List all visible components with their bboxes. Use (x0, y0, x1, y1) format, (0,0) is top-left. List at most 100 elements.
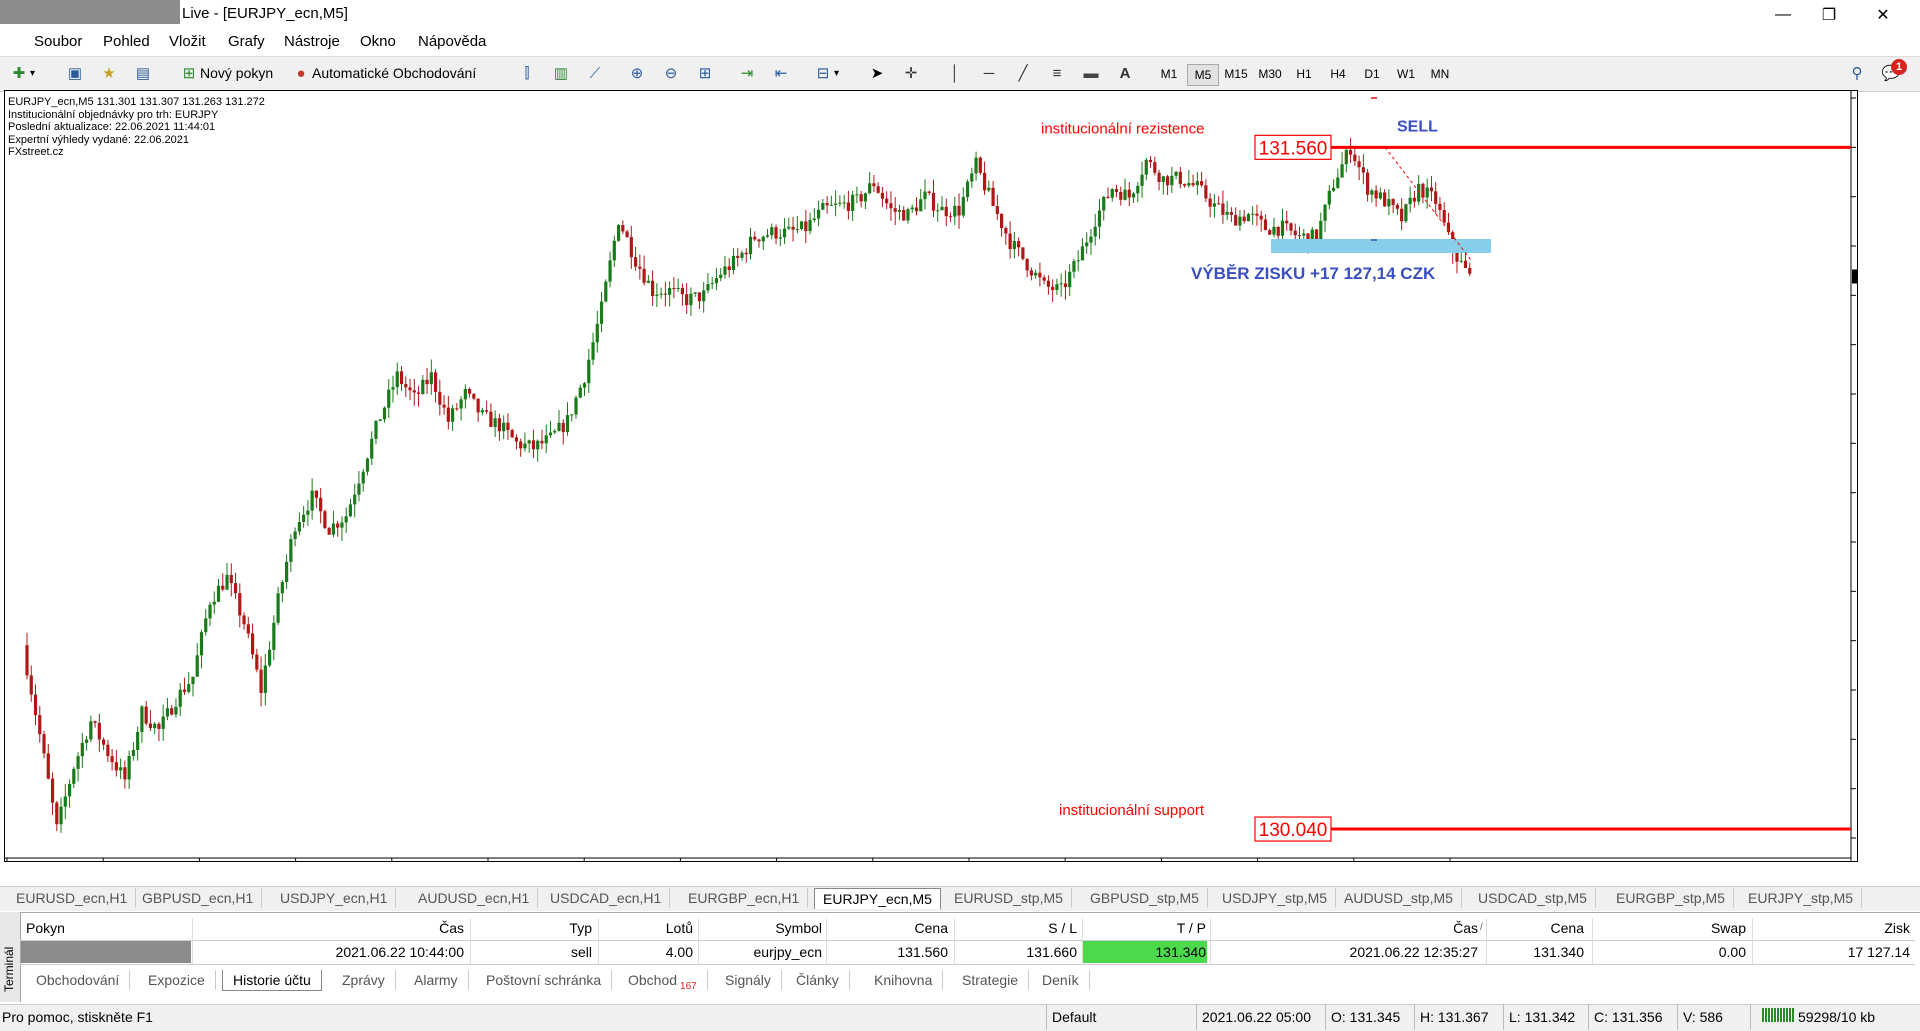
close-button[interactable]: ✕ (1860, 0, 1906, 30)
crosshair-tool[interactable]: ✛ (900, 60, 922, 86)
candle-body (136, 731, 140, 750)
tf-h1[interactable]: H1 (1289, 64, 1319, 84)
candle-body (859, 194, 863, 202)
terminal-tab[interactable]: Historie účtu (222, 970, 322, 991)
menu-file[interactable]: Soubor (34, 33, 82, 50)
menu-charts[interactable]: Grafy (228, 33, 265, 50)
chart-tab[interactable]: EURGBP_ecn,H1 (680, 888, 809, 908)
terminal-tab[interactable]: Poštovní schránka (476, 970, 613, 990)
terminal-tab[interactable]: Obchod 167 (618, 970, 708, 992)
search-button[interactable]: ⚲ (1846, 60, 1868, 86)
menu-insert[interactable]: Vložit (169, 33, 206, 50)
tf-h4[interactable]: H4 (1323, 64, 1353, 84)
terminal-tab[interactable]: Expozice (138, 970, 216, 990)
terminal-tab[interactable]: Zprávy (332, 970, 396, 990)
bar-chart-button[interactable]: ⫿ (516, 60, 538, 86)
tf-w1[interactable]: W1 (1391, 64, 1421, 84)
candle-body (633, 257, 638, 267)
column-header[interactable]: Zisk (1884, 920, 1910, 936)
chart-tab[interactable]: AUDUSD_ecn,H1 (410, 888, 539, 908)
terminal-tab[interactable]: Články (786, 970, 850, 990)
text-tool[interactable]: A (1114, 60, 1136, 86)
chart-tab[interactable]: USDCAD_ecn,H1 (542, 888, 671, 908)
chart-tab[interactable]: EURUSD_ecn,H1 (8, 888, 137, 908)
column-header[interactable]: Cena (915, 920, 948, 936)
new-chart-button[interactable]: ✚ ▾ (8, 60, 35, 86)
rectangle-tool[interactable]: ▬ (1080, 60, 1102, 86)
tf-mn[interactable]: MN (1425, 64, 1455, 84)
chart-tab[interactable]: EURGBP_stp,M5 (1608, 888, 1734, 908)
column-header[interactable]: Swap (1711, 920, 1746, 936)
column-header[interactable]: Čas (439, 920, 464, 936)
terminal-tab[interactable]: Alarmy (404, 970, 469, 990)
restore-button[interactable]: ❐ (1806, 0, 1852, 30)
candle-body (987, 187, 991, 191)
chart-shift-button[interactable]: ⇤ (770, 60, 792, 86)
trendline-tool[interactable]: ╱ (1012, 60, 1034, 86)
vertical-line-tool[interactable]: │ (944, 60, 966, 86)
chart-tab[interactable]: EURJPY_ecn,M5 (814, 888, 941, 909)
chart-tab[interactable]: GBPUSD_ecn,H1 (134, 888, 263, 908)
candle-body (1366, 172, 1370, 195)
auto-scroll-button[interactable]: ⇥ (736, 60, 758, 86)
chart-tab[interactable]: USDJPY_stp,M5 (1214, 888, 1337, 908)
menu-help[interactable]: Nápověda (418, 33, 486, 50)
terminal-tab[interactable]: Knihovna (864, 970, 944, 990)
column-header[interactable]: S / L (1048, 920, 1077, 936)
zoom-out-button[interactable]: ⊖ (660, 60, 682, 86)
tf-d1[interactable]: D1 (1357, 64, 1387, 84)
candle-body (1046, 280, 1051, 287)
terminal-side-label[interactable]: Terminál (0, 912, 21, 1002)
cursor-tool[interactable]: ➤ (866, 60, 888, 86)
tf-m15[interactable]: M15 (1221, 64, 1251, 84)
new-order-button[interactable]: ⊞ Nový pokyn (178, 60, 273, 86)
terminal-tab[interactable]: Deník (1032, 970, 1090, 990)
column-header[interactable]: Symbol (775, 920, 822, 936)
market-watch-button[interactable]: ★ (98, 60, 120, 86)
column-header[interactable]: Typ (569, 920, 592, 936)
tile-windows-button[interactable]: ⊞ (694, 60, 716, 86)
chart-tab[interactable]: GBPUSD_stp,M5 (1082, 888, 1208, 908)
candle-body (1034, 272, 1038, 276)
chart-tab[interactable]: EURUSD_stp,M5 (946, 888, 1072, 908)
profiles-button[interactable]: ▣ (64, 60, 86, 86)
candle-body (902, 210, 906, 221)
fibo-tool[interactable]: ≡ (1046, 60, 1068, 86)
chart-tab[interactable]: USDCAD_stp,M5 (1470, 888, 1596, 908)
account-name-redacted (0, 0, 180, 24)
navigator-button[interactable]: ▤ (132, 60, 154, 86)
chart-window[interactable]: 131.670131.560131.450131.340131.230131.1… (4, 90, 1858, 862)
tf-m1[interactable]: M1 (1154, 64, 1184, 84)
terminal-tab-label: Historie účtu (233, 972, 311, 988)
menu-tools[interactable]: Nástroje (284, 33, 340, 50)
menu-view[interactable]: Pohled (103, 33, 150, 50)
horizontal-line-tool[interactable]: ─ (978, 60, 1000, 86)
minimize-button[interactable]: — (1760, 0, 1806, 30)
zoom-in-button[interactable]: ⊕ (626, 60, 648, 86)
candle-body (1434, 191, 1438, 204)
column-header[interactable]: Cena (1551, 920, 1584, 936)
chart-tab[interactable]: USDJPY_ecn,H1 (272, 888, 397, 908)
candle-body (361, 471, 365, 484)
menu-window[interactable]: Okno (360, 33, 396, 50)
candle-body (259, 669, 263, 693)
candle-body (936, 210, 940, 212)
terminal-tab[interactable]: Obchodování (26, 970, 131, 990)
indicators-button[interactable]: ⊟ ▾ (812, 60, 839, 86)
tf-m30[interactable]: M30 (1255, 64, 1285, 84)
tf-m5[interactable]: M5 (1187, 64, 1219, 86)
column-header[interactable]: Pokyn (26, 920, 65, 936)
terminal-tab[interactable]: Strategie (952, 970, 1030, 990)
price-chart[interactable]: 131.670131.560131.450131.340131.230131.1… (5, 91, 1857, 861)
terminal-tab[interactable]: Signály (715, 970, 782, 990)
line-chart-button[interactable]: ⟋ (584, 60, 606, 86)
column-header[interactable]: T / P (1177, 920, 1206, 936)
auto-trading-button[interactable]: ● Automatické Obchodování (290, 60, 476, 86)
chart-tab[interactable]: AUDUSD_stp,M5 (1336, 888, 1462, 908)
candle-body (182, 689, 187, 692)
column-header[interactable]: Čas (1453, 920, 1478, 936)
candlestick-button[interactable]: ▥ (550, 60, 572, 86)
column-header[interactable]: Lotů (666, 920, 693, 936)
status-separator (1503, 1004, 1504, 1030)
chart-tab[interactable]: EURJPY_stp,M5 (1740, 888, 1863, 908)
